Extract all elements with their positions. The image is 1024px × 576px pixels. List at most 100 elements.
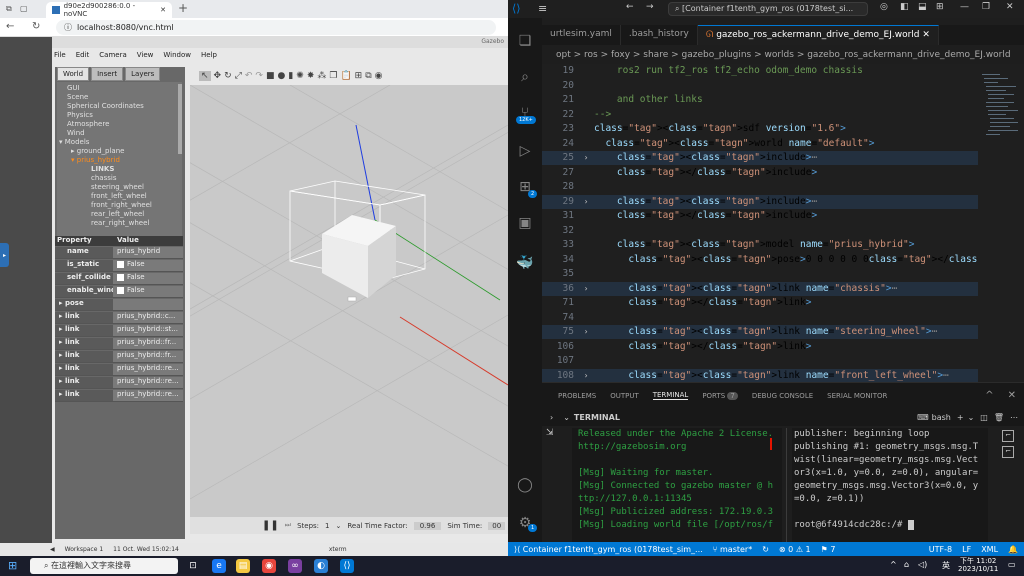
tab-world[interactable]: World xyxy=(57,67,90,81)
code-line[interactable]: 28 xyxy=(542,180,978,194)
restore-icon[interactable]: ❐ xyxy=(982,2,990,12)
point-light-icon[interactable]: ✺ xyxy=(296,71,304,81)
code-line[interactable]: 24 class="tag"><class="tagn">world name=… xyxy=(542,137,978,151)
tree-item-link[interactable]: chassis xyxy=(57,174,182,183)
code-line[interactable]: 27 class="tag"></class="tagn">include> xyxy=(542,166,978,180)
self-collide-checkbox[interactable] xyxy=(117,273,124,281)
code-line[interactable]: 21 and other links xyxy=(542,93,978,107)
breadcrumb[interactable]: opt > ros > foxy > share > gazebo_plugin… xyxy=(556,50,1024,64)
tab-serial-monitor[interactable]: SERIAL MONITOR xyxy=(827,392,887,400)
close-icon[interactable]: ✕ xyxy=(1006,2,1014,12)
remote-explorer-icon[interactable]: ▣ xyxy=(516,214,534,232)
tab-actions-icon[interactable]: ⧉ xyxy=(6,4,12,14)
tab-output[interactable]: OUTPUT xyxy=(610,392,639,400)
property-row[interactable]: ▸ link prius_hybrid::re... xyxy=(55,390,183,402)
more-actions-icon[interactable]: ⋯ xyxy=(1010,413,1018,422)
problems-item[interactable]: ⊗ 0 ⚠ 1 xyxy=(779,545,811,554)
code-line[interactable]: 35 xyxy=(542,267,978,281)
menu-edit[interactable]: Edit xyxy=(76,51,90,59)
property-value[interactable]: prius_hybrid xyxy=(113,247,183,258)
file-explorer-icon[interactable]: ▤ xyxy=(236,559,250,573)
tree-item-spherical[interactable]: Spherical Coordinates xyxy=(57,102,182,111)
clock[interactable]: 下午 11:02 2023/10/11 xyxy=(958,557,998,573)
tree-item-ground-plane[interactable]: ▸ ground_plane xyxy=(57,147,182,156)
property-row[interactable]: is_static False xyxy=(55,260,183,272)
forward-icon[interactable]: → xyxy=(646,2,654,12)
code-line[interactable]: 74 xyxy=(542,311,978,325)
app-icon[interactable]: ◐ xyxy=(314,559,328,573)
code-editor[interactable]: 19 ros2 run tf2_ros tf2_echo odom_demo c… xyxy=(542,64,978,382)
tree-item-link[interactable]: front_right_wheel xyxy=(57,201,182,210)
taskbar-search[interactable]: ⌕ 在這裡輸入文字來搜尋 xyxy=(30,558,178,574)
code-line[interactable]: 31 class="tag"></class="tagn">include> xyxy=(542,209,978,223)
fold-icon[interactable]: › xyxy=(578,195,594,209)
remote-indicator[interactable]: ⟩⟨ Container f1tenth_gym_ros (0178test_s… xyxy=(508,545,703,554)
terminal-divider[interactable] xyxy=(786,428,787,542)
shell-name[interactable]: bash xyxy=(932,413,951,422)
3d-viewport[interactable] xyxy=(190,85,508,517)
tree-item-link[interactable]: steering_wheel xyxy=(57,183,182,192)
vnc-arrow-left-icon[interactable]: ◀ xyxy=(50,546,55,553)
terminal-action-icon[interactable]: ⇲ xyxy=(546,428,554,438)
property-row[interactable]: ▸ pose xyxy=(55,299,183,311)
pause-icon[interactable]: ❚❚ xyxy=(262,520,279,531)
reload-icon[interactable]: ↻ xyxy=(32,21,40,32)
code-line[interactable]: 23 class="tag"><class="tagn">sdf version=… xyxy=(542,122,978,136)
terminal-left[interactable]: Released under the Apache 2 License. http… xyxy=(572,428,782,542)
toggle-panel-icon[interactable]: ⬓ xyxy=(918,2,927,12)
volume-icon[interactable]: ◁) xyxy=(918,560,927,569)
tab-layers[interactable]: Layers xyxy=(125,67,161,81)
maximize-panel-icon[interactable]: ^ xyxy=(985,390,993,401)
tree-item-scene[interactable]: Scene xyxy=(57,93,182,102)
menu-icon[interactable]: ≡ xyxy=(538,2,547,15)
fold-icon[interactable]: › xyxy=(578,369,594,383)
tree-item-atmosphere[interactable]: Atmosphere xyxy=(57,120,182,129)
branch-item[interactable]: ⑂ master* xyxy=(713,545,753,554)
chevron-down-icon[interactable]: ⌄ xyxy=(563,413,570,422)
chevron-right-icon[interactable]: › xyxy=(550,413,553,422)
spot-light-icon[interactable]: ✸ xyxy=(307,71,315,81)
code-line[interactable]: 71 class="tag"></class="tagn">link> xyxy=(542,296,978,310)
menu-window[interactable]: Window xyxy=(163,51,191,59)
tray-chevron-icon[interactable]: ^ xyxy=(890,560,897,569)
back-icon[interactable]: ← xyxy=(626,2,634,12)
sphere-shape-icon[interactable]: ● xyxy=(277,71,285,81)
translate-icon[interactable]: ✥ xyxy=(214,71,222,81)
dir-light-icon[interactable]: ⁂ xyxy=(317,71,326,81)
workspace-label[interactable]: Workspace 1 xyxy=(65,546,104,553)
property-row[interactable]: ▸ link prius_hybrid::fr... xyxy=(55,351,183,363)
property-row[interactable]: ▸ link prius_hybrid::st... xyxy=(55,325,183,337)
steps-value[interactable]: 1 xyxy=(325,522,329,530)
terminal-list-item-icon[interactable]: ⌐ xyxy=(1002,446,1014,458)
minimap[interactable] xyxy=(978,64,1024,382)
layout-icon[interactable]: ⊞ xyxy=(936,2,944,12)
tree-item-models[interactable]: ▾ Models xyxy=(57,138,182,147)
tree-item-prius-hybrid[interactable]: ▾ prius_hybrid xyxy=(57,156,182,165)
tab-list-icon[interactable]: ▢ xyxy=(20,4,28,13)
docker-icon[interactable]: 🐳 xyxy=(516,254,534,272)
fold-icon[interactable]: › xyxy=(578,282,594,296)
tree-scrollbar[interactable] xyxy=(178,84,182,154)
tree-item-wind[interactable]: Wind xyxy=(57,129,182,138)
code-line[interactable]: 32 xyxy=(542,224,978,238)
menu-file[interactable]: File xyxy=(54,51,66,59)
tab-problems[interactable]: PROBLEMS xyxy=(558,392,596,400)
network-icon[interactable]: ⌂ xyxy=(904,560,909,569)
prius-hybrid-chassis-box[interactable] xyxy=(322,215,396,302)
property-row[interactable]: ▸ link prius_hybrid::re... xyxy=(55,377,183,389)
static-checkbox[interactable] xyxy=(117,260,124,268)
new-tab-icon[interactable]: + xyxy=(178,1,188,15)
enable-wind-checkbox[interactable] xyxy=(117,286,124,294)
scale-icon[interactable]: ⤢ xyxy=(235,71,242,81)
tab-turtlesim-yaml[interactable]: urtlesim.yaml xyxy=(542,25,621,45)
ime-icon[interactable]: 英 xyxy=(942,560,950,571)
property-row[interactable]: ▸ link prius_hybrid::c... xyxy=(55,312,183,324)
code-line[interactable]: 22 --> xyxy=(542,108,978,122)
notifications-icon[interactable]: 🔔 xyxy=(1008,545,1024,554)
language-item[interactable]: XML xyxy=(981,545,998,554)
back-icon[interactable]: ← xyxy=(6,21,14,32)
ports-item[interactable]: ⚑ 7 xyxy=(821,545,836,554)
steps-dropdown-icon[interactable]: ⌄ xyxy=(336,522,342,530)
paste-icon[interactable]: 📋 xyxy=(340,71,351,81)
tab-debug-console[interactable]: DEBUG CONSOLE xyxy=(752,392,813,400)
